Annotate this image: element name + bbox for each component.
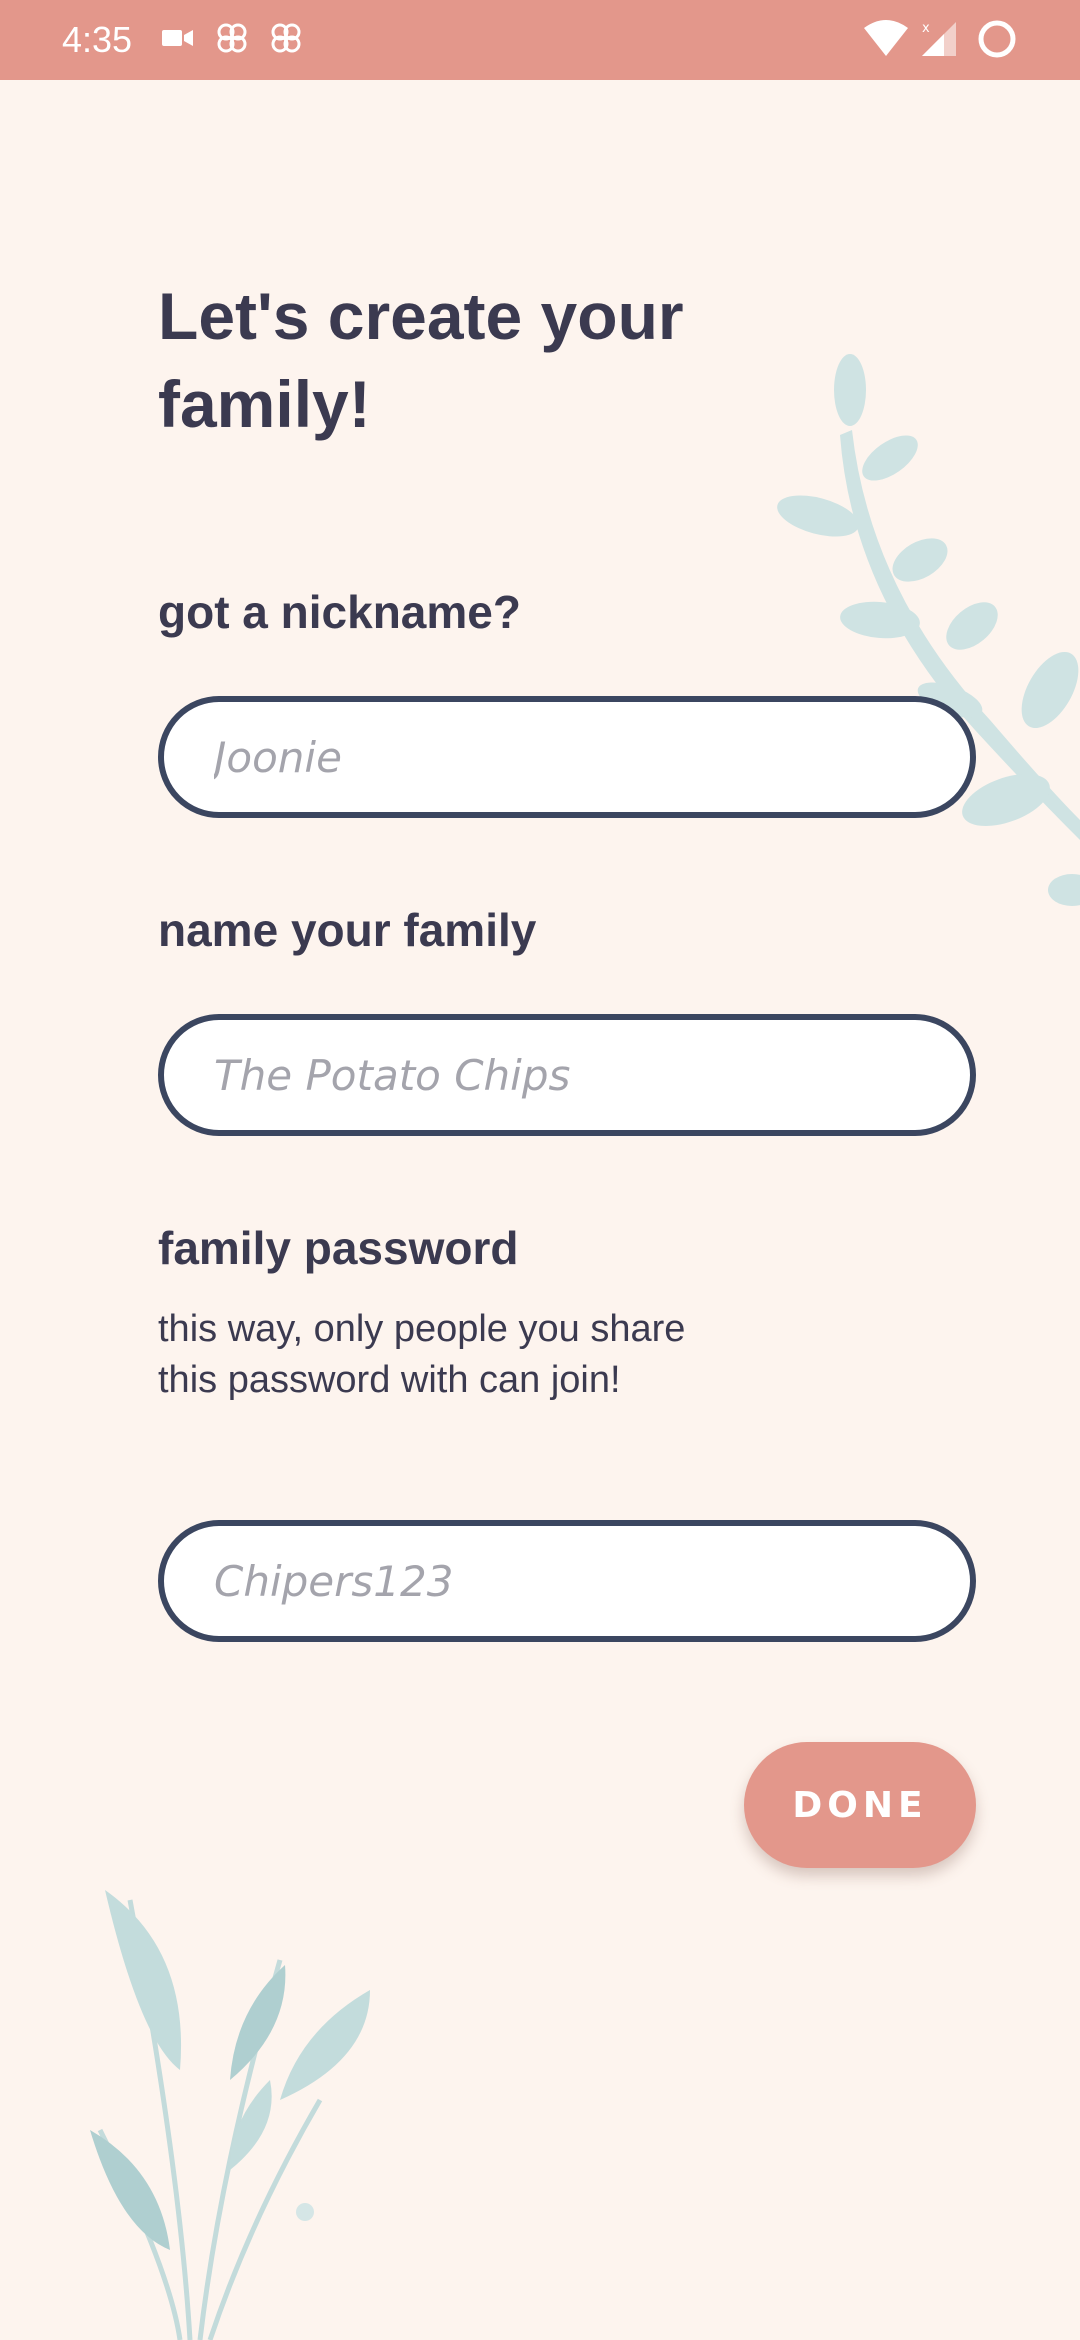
video-camera-icon bbox=[162, 30, 193, 46]
status-bar: 4:35 x bbox=[0, 0, 1080, 80]
family-password-input[interactable] bbox=[158, 1520, 976, 1642]
wifi-icon bbox=[864, 20, 908, 56]
done-button[interactable]: DONE bbox=[744, 1742, 976, 1868]
family-name-label: name your family bbox=[158, 904, 537, 956]
svg-text:x: x bbox=[922, 21, 930, 36]
fan-app-icon bbox=[217, 23, 247, 53]
family-password-label: family password bbox=[158, 1222, 519, 1274]
status-time: 4:35 bbox=[62, 19, 133, 60]
plant-decoration bbox=[90, 1890, 370, 2340]
family-name-input[interactable] bbox=[158, 1014, 976, 1136]
nickname-label: got a nickname? bbox=[158, 586, 521, 638]
fan-app-icon bbox=[271, 23, 301, 53]
nickname-input[interactable] bbox=[158, 696, 976, 818]
circle-status-icon bbox=[978, 20, 1016, 58]
page-title: Let's create your family! bbox=[158, 279, 684, 441]
password-helper-text: this way, only people you share this pas… bbox=[158, 1308, 686, 1401]
signal-icon: x bbox=[922, 21, 956, 56]
